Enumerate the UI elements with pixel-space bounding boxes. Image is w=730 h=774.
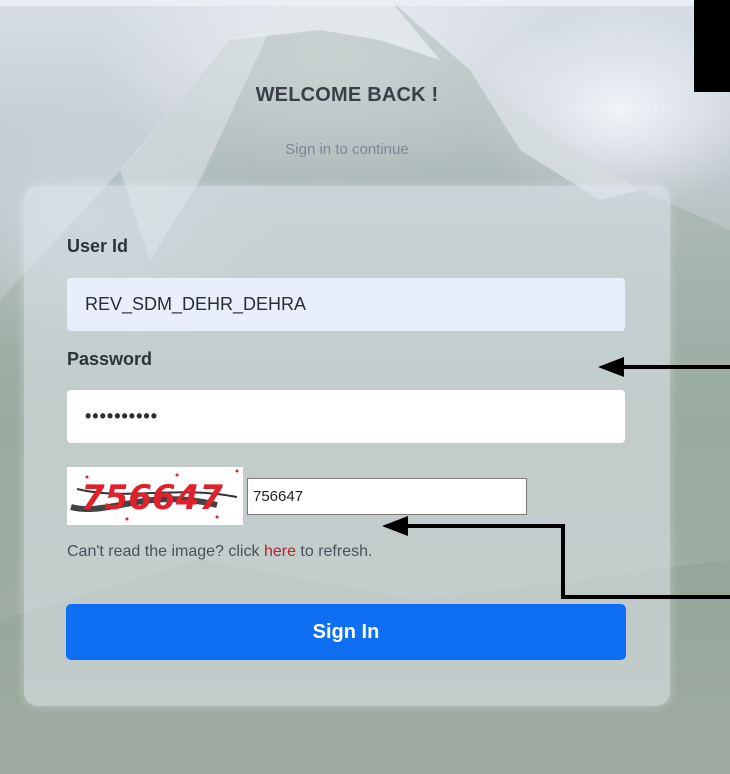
captcha-text: 756647	[81, 478, 223, 518]
refresh-captcha-link[interactable]: here	[264, 543, 296, 560]
captcha-help-text: Can't read the image? click here to refr…	[67, 543, 373, 560]
captcha-input[interactable]: 756647	[247, 478, 527, 515]
password-label: Password	[67, 349, 153, 369]
captcha-image[interactable]: 756647	[67, 467, 243, 525]
user-id-label: User Id	[67, 236, 129, 256]
sign-in-button[interactable]: Sign In	[66, 604, 626, 660]
top-bar	[0, 0, 730, 6]
password-field[interactable]: ••••••••••	[67, 390, 625, 443]
page-title: WELCOME BACK !	[255, 84, 439, 106]
page-subtitle: Sign in to continue	[285, 141, 409, 158]
user-id-field[interactable]: REV_SDM_DEHR_DEHRA	[67, 278, 625, 331]
dark-panel	[694, 0, 730, 92]
